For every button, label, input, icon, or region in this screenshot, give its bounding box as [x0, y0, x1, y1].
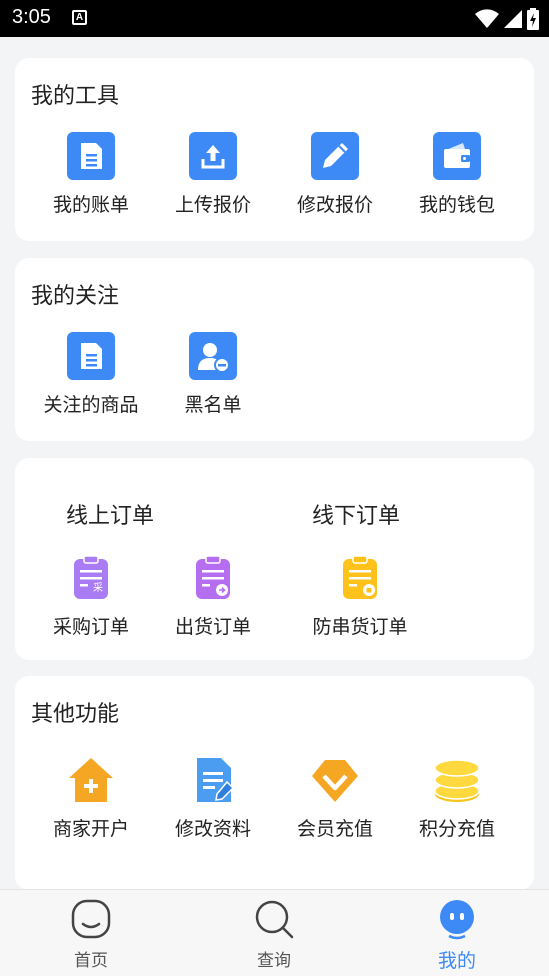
edit-profile-icon	[197, 758, 235, 802]
other-points-recharge[interactable]: 积分充值	[397, 756, 517, 841]
offline-orders-title: 线下订单	[312, 504, 401, 529]
follow-label: 关注的商品	[43, 394, 139, 416]
other-label: 会员充值	[296, 818, 373, 840]
merchant-house-icon	[69, 758, 113, 802]
tool-my-bill[interactable]: 我的账单	[31, 132, 151, 217]
order-label: 出货订单	[174, 616, 251, 638]
upload-icon	[189, 132, 237, 180]
purchase-order-icon: 采	[74, 555, 108, 599]
home-face-icon	[71, 899, 111, 939]
tab-label: 首页	[74, 951, 108, 971]
order-purchase[interactable]: 采 采购订单	[31, 554, 151, 639]
tab-home[interactable]: 首页	[31, 890, 151, 976]
other-label: 积分充值	[418, 818, 495, 840]
coins-icon	[434, 759, 480, 802]
follow-favorite-goods[interactable]: 关注的商品	[31, 332, 151, 417]
notification-a-icon: A	[72, 10, 87, 25]
other-label: 商家开户	[52, 818, 129, 840]
vip-diamond-icon	[312, 760, 358, 802]
purchase-badge: 采	[93, 582, 103, 594]
anti-diversion-order-icon	[343, 555, 377, 599]
order-label: 采购订单	[52, 616, 129, 638]
tab-mine[interactable]: 我的	[397, 890, 517, 976]
bottom-tab-bar: 首页 查询 我的	[0, 889, 549, 976]
tab-search[interactable]: 查询	[214, 890, 334, 976]
wallet-icon	[433, 132, 481, 180]
profile-face-icon	[440, 900, 474, 940]
online-orders-title: 线上订单	[66, 504, 155, 529]
status-bar: 3:05 A	[0, 0, 549, 37]
status-time: 3:05	[12, 6, 51, 28]
tools-title: 我的工具	[31, 84, 120, 109]
other-edit-profile[interactable]: 修改资料	[153, 756, 273, 841]
blacklist-user-icon	[189, 332, 237, 380]
tool-label: 上传报价	[174, 194, 251, 216]
battery-icon	[527, 8, 539, 30]
doc-icon	[67, 332, 115, 380]
bill-icon	[67, 132, 115, 180]
tools-card: 我的工具 我的账单 上传报价 修改报价 我的钱包	[15, 58, 534, 241]
order-shipping[interactable]: 出货订单	[153, 554, 273, 639]
follow-card: 我的关注 关注的商品 黑名单	[15, 258, 534, 441]
tool-label: 修改报价	[296, 194, 373, 216]
follow-label: 黑名单	[184, 394, 242, 416]
other-card: 其他功能 商家开户 修改资料 会员充值 积分充值	[15, 676, 534, 890]
shipping-order-icon	[196, 555, 230, 599]
edit-icon	[311, 132, 359, 180]
other-vip-recharge[interactable]: 会员充值	[275, 756, 395, 841]
tool-label: 我的钱包	[418, 194, 495, 216]
search-icon	[255, 900, 294, 939]
tool-edit-quote[interactable]: 修改报价	[275, 132, 395, 217]
other-title: 其他功能	[31, 702, 120, 727]
tool-my-wallet[interactable]: 我的钱包	[397, 132, 517, 217]
tool-upload-quote[interactable]: 上传报价	[153, 132, 273, 217]
signal-icon	[504, 10, 522, 28]
other-label: 修改资料	[174, 818, 251, 840]
follow-blacklist[interactable]: 黑名单	[153, 332, 273, 417]
follow-title: 我的关注	[31, 284, 120, 309]
status-icons	[475, 8, 539, 30]
order-anti-diversion[interactable]: 防串货订单	[299, 554, 421, 639]
tool-label: 我的账单	[52, 194, 129, 216]
wifi-icon	[475, 9, 499, 28]
tab-label: 我的	[437, 950, 476, 972]
tab-label: 查询	[257, 951, 291, 971]
other-merchant-account[interactable]: 商家开户	[31, 756, 151, 841]
orders-card: 线上订单 线下订单 采 采购订单 出货订单 防串货订单	[15, 458, 534, 660]
order-label: 防串货订单	[312, 616, 408, 638]
